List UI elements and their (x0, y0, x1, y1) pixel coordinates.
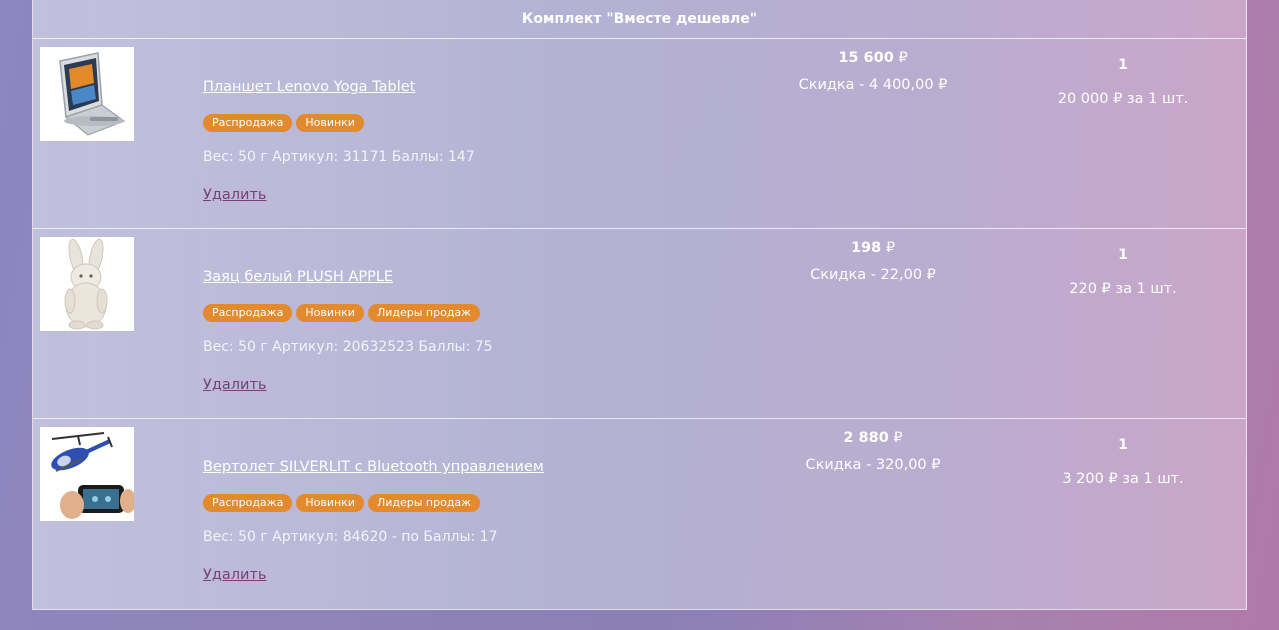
currency-sign: ₽ (893, 430, 903, 446)
helicopter-icon (40, 427, 134, 521)
price-column: 198 ₽ Скидка - 22,00 ₽ (773, 229, 973, 283)
product-meta: Вес: 50 г Артикул: 20632523 Баллы: 75 (203, 339, 493, 355)
item-price: 198 ₽ (773, 240, 973, 256)
item-discount: Скидка - 22,00 ₽ (810, 267, 936, 283)
unit-price: 3 200 ₽ за 1 шт. (1062, 471, 1184, 487)
product-badges: Распродажа Новинки Лидеры продаж (203, 304, 481, 322)
badge-new[interactable]: Новинки (296, 304, 364, 322)
product-name-link[interactable]: Планшет Lenovo Yoga Tablet (203, 79, 415, 95)
price-value: 15 600 (838, 50, 894, 66)
currency-sign: ₽ (885, 240, 896, 256)
product-meta: Вес: 50 г Артикул: 31171 Баллы: 147 (203, 149, 475, 165)
plush-bunny-icon (40, 237, 134, 331)
product-image-helicopter[interactable] (40, 427, 134, 521)
cart-item-row: Планшет Lenovo Yoga Tablet Распродажа Но… (33, 39, 1246, 229)
product-badges: Распродажа Новинки (203, 114, 364, 132)
badge-new[interactable]: Новинки (296, 494, 364, 512)
price-column: 2 880 ₽ Скидка - 320,00 ₽ (773, 419, 973, 473)
unit-price: 20 000 ₽ за 1 шт. (1057, 91, 1189, 107)
remove-link[interactable]: Удалить (203, 377, 266, 393)
quantity-column: 1 220 ₽ за 1 шт. (1023, 229, 1223, 297)
badge-sale[interactable]: Распродажа (203, 114, 293, 132)
currency-sign: ₽ (898, 50, 908, 66)
item-price: 2 880 ₽ (773, 430, 973, 446)
remove-link[interactable]: Удалить (203, 567, 266, 583)
unit-price: 220 ₽ за 1 шт. (1069, 281, 1177, 297)
badge-bestseller[interactable]: Лидеры продаж (367, 494, 481, 512)
cart-item-row: Вертолет SILVERLIT с Bluetooth управлени… (33, 419, 1246, 609)
tablet-icon (40, 47, 134, 141)
quantity-column: 1 20 000 ₽ за 1 шт. (1023, 39, 1223, 107)
quantity-column: 1 3 200 ₽ за 1 шт. (1023, 419, 1223, 487)
kit-table: Комплект "Вместе дешевле" Планшет Lenovo… (32, 0, 1247, 610)
item-price: 15 600 ₽ (773, 50, 973, 66)
badge-bestseller[interactable]: Лидеры продаж (367, 304, 481, 322)
product-badges: Распродажа Новинки Лидеры продаж (203, 494, 481, 512)
price-value: 2 880 (843, 430, 889, 446)
product-image-bunny[interactable] (40, 237, 134, 331)
remove-link[interactable]: Удалить (203, 187, 266, 203)
product-name-link[interactable]: Вертолет SILVERLIT с Bluetooth управлени… (203, 459, 544, 475)
kit-title: Комплект "Вместе дешевле" (33, 0, 1246, 39)
product-meta: Вес: 50 г Артикул: 84620 - по Баллы: 17 (203, 529, 498, 545)
badge-new[interactable]: Новинки (296, 114, 364, 132)
item-discount: Скидка - 4 400,00 ₽ (798, 77, 948, 93)
product-name-link[interactable]: Заяц белый PLUSH APPLE (203, 269, 393, 285)
badge-sale[interactable]: Распродажа (203, 304, 293, 322)
badge-sale[interactable]: Распродажа (203, 494, 293, 512)
cart-item-row: Заяц белый PLUSH APPLE Распродажа Новинк… (33, 229, 1246, 419)
price-column: 15 600 ₽ Скидка - 4 400,00 ₽ (773, 39, 973, 93)
item-quantity: 1 (1118, 57, 1128, 73)
item-quantity: 1 (1118, 247, 1128, 263)
price-value: 198 (850, 240, 882, 256)
product-image-tablet[interactable] (40, 47, 134, 141)
item-quantity: 1 (1118, 437, 1128, 453)
item-discount: Скидка - 320,00 ₽ (805, 457, 941, 473)
